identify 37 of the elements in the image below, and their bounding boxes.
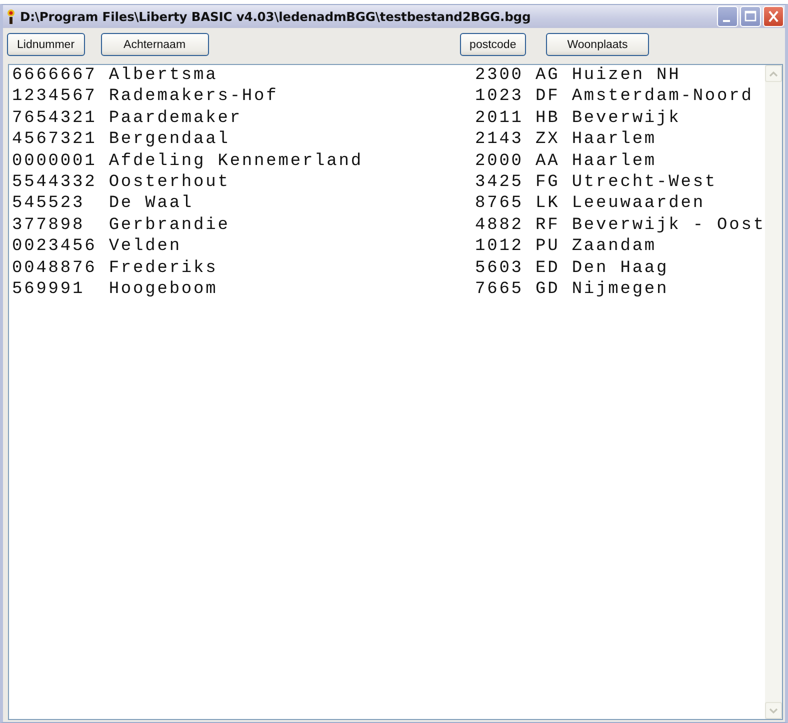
- member-text: 545523 De Waal: [12, 193, 195, 215]
- member-text: 0000001 Afdeling Kennemerland: [12, 150, 364, 172]
- sort-button[interactable]: Achternaam: [100, 33, 209, 56]
- vertical-scrollbar[interactable]: [765, 65, 782, 719]
- address-text: 3425 FG Utrecht-West: [475, 172, 718, 194]
- caret-down-icon: [769, 708, 778, 714]
- member-text: 4567321 Bergendaal: [12, 129, 231, 151]
- address-text: 8765 LK Leeuwaarden: [475, 193, 705, 215]
- scroll-up-button[interactable]: [765, 65, 782, 82]
- address-text: 2143 ZX Haarlem: [475, 129, 657, 151]
- member-text: 0023456 Velden: [12, 236, 182, 258]
- address-text: 1023 DF Amsterdam-Noord: [475, 86, 754, 108]
- minimize-icon: [722, 20, 730, 22]
- address-text: 1012 PU Zaandam: [475, 236, 657, 258]
- member-text: 5544332 Oosterhout: [12, 172, 231, 194]
- member-text: 7654321 Paardemaker: [12, 108, 243, 130]
- address-text: 4882 RF Beverwijk - Oost: [475, 214, 766, 236]
- scroll-down-button[interactable]: [765, 702, 782, 719]
- close-button[interactable]: [763, 6, 784, 27]
- member-text: 1234567 Rademakers-Hof: [12, 86, 280, 108]
- member-text: 569991 Hoogeboom: [12, 279, 219, 300]
- address-text: 2000 AA Haarlem: [475, 150, 657, 172]
- member-text: 377898 Gerbrandie: [12, 214, 231, 236]
- address-text: 2011 HB Beverwijk: [475, 108, 681, 130]
- member-text: 0048876 Frederiks: [12, 258, 219, 280]
- member-text: 6666667 Albertsma: [12, 65, 219, 86]
- window-title: D:\Program Files\Liberty BASIC v4.03\ledenadmBGG\testbestand2BGG.bgg: [20, 10, 531, 24]
- torch-icon: [6, 8, 16, 24]
- maximize-button[interactable]: [740, 6, 761, 27]
- sort-button[interactable]: Lidnummer: [7, 33, 85, 56]
- sort-button[interactable]: postcode: [460, 33, 526, 56]
- address-text: 7665 GD Nijmegen: [475, 279, 669, 300]
- address-text: 5603 ED Den Haag: [475, 258, 669, 280]
- sort-button[interactable]: Woonplaats: [546, 33, 649, 56]
- caret-up-icon: [769, 70, 778, 76]
- minimize-button[interactable]: [717, 6, 738, 27]
- address-text: 2300 AG Huizen NH: [475, 65, 681, 86]
